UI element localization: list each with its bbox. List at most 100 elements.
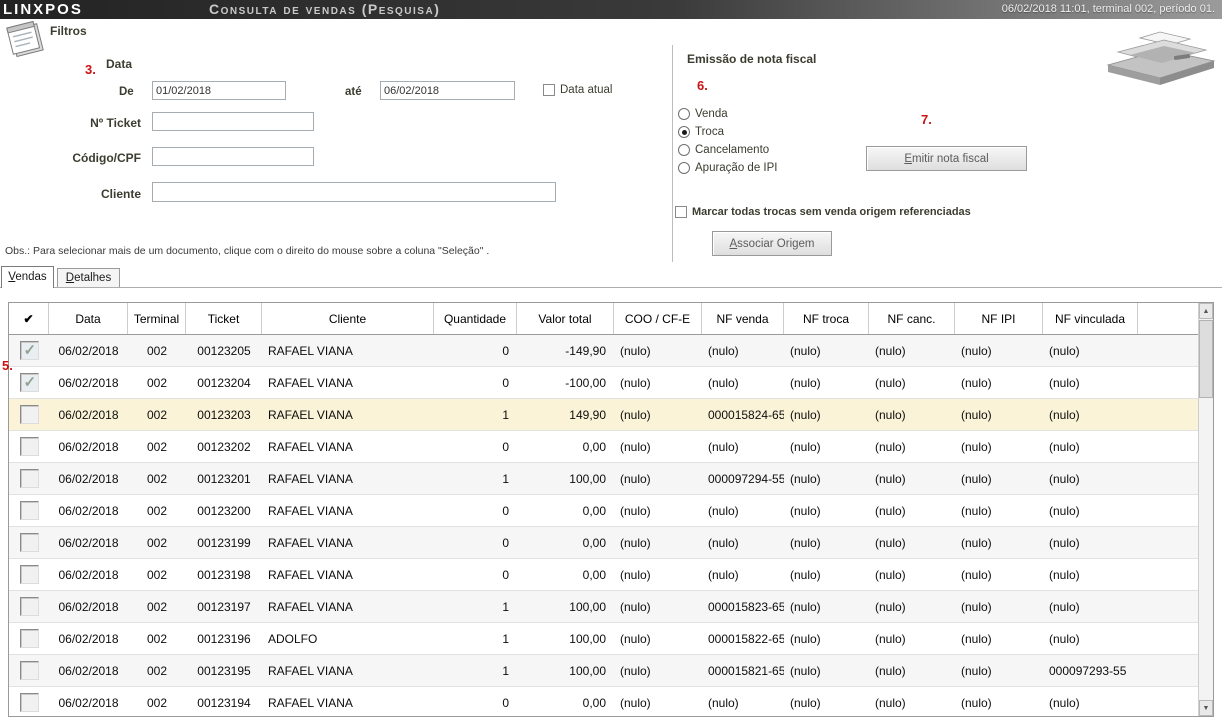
- codigo-cpf-input[interactable]: [152, 147, 314, 166]
- col-nf-vinculada[interactable]: NF vinculada: [1043, 303, 1138, 334]
- row-checkbox[interactable]: [20, 469, 39, 488]
- col-quantidade[interactable]: Quantidade: [434, 303, 517, 334]
- table-row[interactable]: 06/02/2018 002 00123199 RAFAEL VIANA 0 0…: [9, 527, 1198, 559]
- venda-radio[interactable]: [678, 108, 690, 120]
- current-date-label[interactable]: Data atual: [560, 84, 612, 96]
- cell-nf-venda: (nulo): [702, 495, 784, 526]
- section-divider: [672, 45, 673, 262]
- cell-coo-cfe: (nulo): [614, 335, 702, 366]
- row-checkbox[interactable]: [20, 405, 39, 424]
- row-checkbox[interactable]: [20, 341, 39, 360]
- scroll-down-button[interactable]: ▼: [1199, 700, 1213, 716]
- col-coo-cfe[interactable]: COO / CF-E: [614, 303, 702, 334]
- cell-nf-vinculada: 000097293-55: [1043, 655, 1138, 686]
- row-checkbox[interactable]: [20, 629, 39, 648]
- row-checkbox[interactable]: [20, 661, 39, 680]
- col-nf-ipi[interactable]: NF IPI: [955, 303, 1043, 334]
- cell-valor-total: 0,00: [517, 431, 614, 462]
- venda-radio-label[interactable]: Venda: [695, 108, 728, 120]
- vertical-scrollbar[interactable]: ▲ ▼: [1198, 303, 1213, 716]
- emitir-nota-fiscal-button[interactable]: Emitir nota fiscal: [866, 146, 1027, 171]
- col-selecao[interactable]: ✔: [9, 303, 49, 334]
- table-row[interactable]: 06/02/2018 002 00123200 RAFAEL VIANA 0 0…: [9, 495, 1198, 527]
- cell-valor-total: 100,00: [517, 655, 614, 686]
- table-row[interactable]: 06/02/2018 002 00123201 RAFAEL VIANA 1 1…: [9, 463, 1198, 495]
- cell-nf-canc: (nulo): [869, 463, 955, 494]
- cell-quantidade: 0: [434, 367, 517, 398]
- row-checkbox[interactable]: [20, 501, 39, 520]
- col-valor-total[interactable]: Valor total: [517, 303, 614, 334]
- observation-note: Obs.: Para selecionar mais de um documen…: [5, 245, 489, 257]
- table-row[interactable]: 06/02/2018 002 00123205 RAFAEL VIANA 0 -…: [9, 335, 1198, 367]
- col-cliente[interactable]: Cliente: [262, 303, 434, 334]
- cliente-input[interactable]: [152, 182, 556, 202]
- row-checkbox[interactable]: [20, 597, 39, 616]
- cell-nf-troca: (nulo): [784, 559, 869, 590]
- current-date-checkbox-row[interactable]: Data atual: [543, 84, 612, 96]
- cell-filler: [1138, 399, 1198, 430]
- marcar-trocas-label[interactable]: Marcar todas trocas sem venda origem ref…: [692, 206, 971, 218]
- cell-coo-cfe: (nulo): [614, 591, 702, 622]
- cell-data: 06/02/2018: [49, 335, 128, 366]
- filters-heading: Filtros: [50, 24, 87, 38]
- app-logo: LINXPOS: [3, 0, 83, 19]
- ticket-input[interactable]: [152, 112, 314, 131]
- cell-ticket: 00123201: [186, 463, 262, 494]
- cell-filler: [1138, 495, 1198, 526]
- scroll-up-button[interactable]: ▲: [1199, 303, 1213, 319]
- cancelamento-radio[interactable]: [678, 144, 690, 156]
- troca-radio[interactable]: [678, 126, 690, 138]
- cell-quantidade: 0: [434, 687, 517, 716]
- row-checkbox[interactable]: [20, 437, 39, 456]
- scrollbar-thumb[interactable]: [1199, 320, 1213, 398]
- table-row[interactable]: 06/02/2018 002 00123203 RAFAEL VIANA 1 1…: [9, 399, 1198, 431]
- table-row[interactable]: 06/02/2018 002 00123197 RAFAEL VIANA 1 1…: [9, 591, 1198, 623]
- date-from-input[interactable]: [152, 81, 286, 100]
- table-row[interactable]: 06/02/2018 002 00123194 RAFAEL VIANA 0 0…: [9, 687, 1198, 716]
- marcar-trocas-checkbox-row[interactable]: Marcar todas trocas sem venda origem ref…: [675, 206, 971, 218]
- cell-nf-ipi: (nulo): [955, 335, 1043, 366]
- cancelamento-radio-label[interactable]: Cancelamento: [695, 144, 769, 156]
- cell-coo-cfe: (nulo): [614, 623, 702, 654]
- cell-nf-venda: (nulo): [702, 687, 784, 716]
- table-row[interactable]: 06/02/2018 002 00123196 ADOLFO 1 100,00 …: [9, 623, 1198, 655]
- current-date-checkbox[interactable]: [543, 84, 555, 96]
- radio-row-troca[interactable]: Troca: [678, 126, 724, 138]
- radio-row-apuracao-ipi[interactable]: Apuração de IPI: [678, 162, 777, 174]
- table-row[interactable]: 06/02/2018 002 00123198 RAFAEL VIANA 0 0…: [9, 559, 1198, 591]
- cell-coo-cfe: (nulo): [614, 495, 702, 526]
- col-ticket[interactable]: Ticket: [186, 303, 262, 334]
- row-checkbox[interactable]: [20, 373, 39, 392]
- cell-terminal: 002: [128, 495, 186, 526]
- radio-row-cancelamento[interactable]: Cancelamento: [678, 144, 769, 156]
- table-row[interactable]: 06/02/2018 002 00123195 RAFAEL VIANA 1 1…: [9, 655, 1198, 687]
- associar-origem-button[interactable]: Associar Origem: [712, 231, 832, 256]
- col-data[interactable]: Data: [49, 303, 128, 334]
- cell-filler: [1138, 623, 1198, 654]
- cell-cliente: RAFAEL VIANA: [262, 655, 434, 686]
- row-checkbox[interactable]: [20, 693, 39, 712]
- tab-detalhes[interactable]: Detalhes: [57, 268, 120, 287]
- col-nf-canc[interactable]: NF canc.: [869, 303, 955, 334]
- col-nf-troca[interactable]: NF troca: [784, 303, 869, 334]
- cell-nf-canc: (nulo): [869, 591, 955, 622]
- col-terminal[interactable]: Terminal: [128, 303, 186, 334]
- table-row[interactable]: 06/02/2018 002 00123202 RAFAEL VIANA 0 0…: [9, 431, 1198, 463]
- tab-vendas[interactable]: Vendas: [1, 266, 54, 288]
- cell-coo-cfe: (nulo): [614, 655, 702, 686]
- radio-row-venda[interactable]: Venda: [678, 108, 728, 120]
- marcar-trocas-checkbox[interactable]: [675, 206, 687, 218]
- cell-nf-ipi: (nulo): [955, 655, 1043, 686]
- cell-nf-venda: 000015821-65: [702, 655, 784, 686]
- data-group-label: Data: [106, 57, 132, 71]
- date-to-input[interactable]: [380, 81, 515, 100]
- col-nf-venda[interactable]: NF venda: [702, 303, 784, 334]
- row-checkbox[interactable]: [20, 565, 39, 584]
- apuracao-ipi-radio[interactable]: [678, 162, 690, 174]
- apuracao-ipi-radio-label[interactable]: Apuração de IPI: [695, 162, 777, 174]
- table-row[interactable]: 06/02/2018 002 00123204 RAFAEL VIANA 0 -…: [9, 367, 1198, 399]
- troca-radio-label[interactable]: Troca: [695, 126, 724, 138]
- row-checkbox[interactable]: [20, 533, 39, 552]
- row-select-cell: [9, 687, 49, 716]
- row-select-cell: [9, 623, 49, 654]
